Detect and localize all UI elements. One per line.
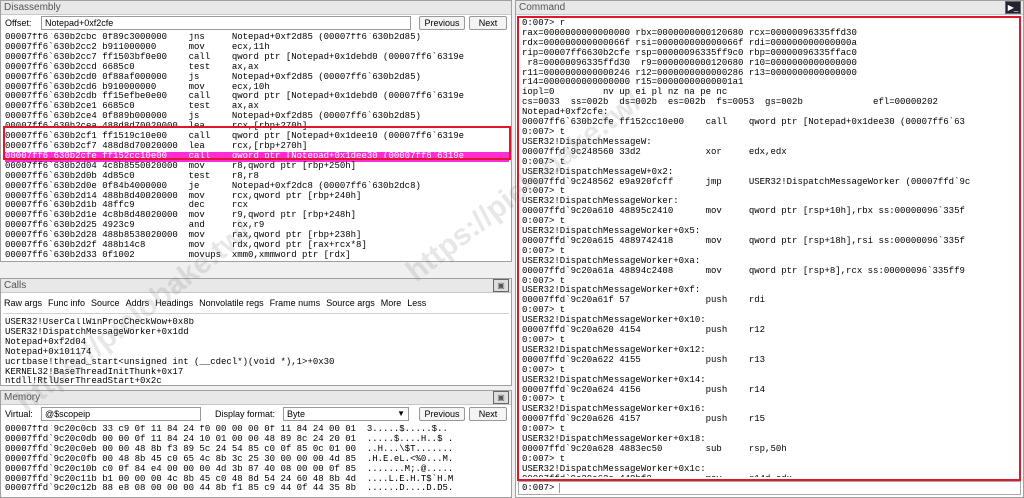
display-format-value: Byte — [287, 409, 306, 419]
command-output-line: 00007ffd`9c20a610 48895c2410 mov qword p… — [522, 206, 965, 217]
disassembly-title-bar: Disassembly — [1, 1, 511, 15]
chevron-down-icon: ▼ — [397, 409, 405, 418]
display-format-label: Display format: — [215, 409, 276, 419]
command-output-line: 00007ffd`9c20a61a 48894c2408 mov qword p… — [522, 265, 965, 276]
command-input-row: 0:007> — [518, 481, 1021, 495]
disassembly-next-button[interactable]: Next — [469, 16, 507, 30]
calls-tab-less[interactable]: Less — [407, 298, 426, 308]
command-output-line: 00007ffd`9c20a622 4155 push r13 — [522, 354, 766, 365]
calls-tab-source[interactable]: Source — [91, 298, 120, 308]
disassembly-pane: Disassembly Offset: Notepad+0xf2cfe Prev… — [0, 0, 512, 262]
command-window-icon[interactable]: ▶_ — [1005, 1, 1021, 14]
command-output-line: 00007ffd`9c20a61f 57 push rdi — [522, 295, 766, 306]
calls-title: Calls — [4, 280, 27, 291]
command-output-line: 00007ffd`9c248562 e9a920fcff jmp USER32!… — [522, 176, 971, 187]
memory-window-icon[interactable]: ▣ — [493, 391, 509, 404]
command-output-line: 00007ffd`9c20a624 4156 push r14 — [522, 384, 766, 395]
calls-tab-raw-args[interactable]: Raw args — [4, 298, 42, 308]
disassembly-title: Disassembly — [4, 2, 61, 13]
memory-previous-button[interactable]: Previous — [419, 407, 465, 421]
command-output-line: 00007ffd`9c20a62c 448bf2 mov r14d,edx — [522, 474, 1017, 477]
disassembly-line: 00007ff6`630b2d0e 0f84b4000000 je Notepa… — [5, 180, 421, 191]
disassembly-listing[interactable]: 00007ff6`630b2cbc 0f89c3000000 jns Notep… — [5, 33, 509, 259]
memory-next-button[interactable]: Next — [469, 407, 507, 421]
command-input[interactable] — [559, 483, 1018, 493]
command-pane: Command ▶_ 0:007> r rax=0000000000000000 … — [515, 0, 1024, 498]
calls-tab-headings[interactable]: Headings — [155, 298, 193, 308]
command-output-line: 00007ff6`630b2cfe ff152cc10e00 call qwor… — [522, 117, 965, 128]
disassembly-lines: 00007ff6`630b2cbc 0f89c3000000 jns Notep… — [5, 33, 509, 259]
offset-input[interactable]: Notepad+0xf2cfe — [41, 16, 411, 30]
command-output-line: 00007ffd`9c248560 33d2 xor edx,edx — [522, 146, 787, 157]
calls-tab-source-args[interactable]: Source args — [326, 298, 375, 308]
memory-address-input[interactable]: @$scopeip — [41, 407, 201, 421]
calls-window-icon[interactable]: ▣ — [493, 279, 509, 292]
memory-title-bar: Memory ▣ — [1, 391, 511, 405]
disassembly-line: 00007ff6`630b2d33 0f1002 movups xmm0,xmm… — [5, 249, 351, 259]
calls-divider — [3, 313, 509, 314]
memory-dump[interactable]: 00007ffd`9c20c0cb 33 c9 0f 11 84 24 f0 0… — [5, 425, 509, 497]
command-title-bar: Command ▶_ — [516, 1, 1023, 15]
call-stack-list[interactable]: USER32!UserCallWinProcCheckWow+0x8b USER3… — [5, 318, 509, 385]
calls-tab-more[interactable]: More — [381, 298, 402, 308]
display-format-select[interactable]: Byte ▼ — [283, 407, 409, 421]
disassembly-previous-button[interactable]: Previous — [419, 16, 465, 30]
virtual-label: Virtual: — [5, 409, 33, 419]
calls-tab-func-info[interactable]: Func info — [48, 298, 85, 308]
memory-row: 00007ffd`9c20c12b 88 e8 08 00 00 00 44 8… — [5, 483, 454, 494]
call-stack-frame: ntdll!RtlUserThreadStart+0x2c — [5, 376, 162, 385]
calls-pane: Calls ▣ Raw args Func info Source Addrs Head… — [0, 278, 512, 386]
calls-tab-nonvolatile-regs[interactable]: Nonvolatile regs — [199, 298, 264, 308]
calls-title-bar: Calls ▣ — [1, 279, 511, 293]
memory-title: Memory — [4, 392, 41, 403]
memory-pane: Memory ▣ Virtual: @$scopeip Display form… — [0, 390, 512, 498]
command-output-line: 00007ffd`9c20a628 4883ec50 sub rsp,50h — [522, 443, 787, 454]
command-output-line: 00007ffd`9c20a620 4154 push r12 — [522, 325, 766, 336]
command-title: Command — [519, 2, 566, 13]
offset-label: Offset: — [5, 18, 32, 28]
calls-tab-addrs[interactable]: Addrs — [126, 298, 150, 308]
command-output-line: 00007ffd`9c20a626 4157 push r15 — [522, 414, 766, 425]
command-output-line: 00007ffd`9c20a615 4889742418 mov qword p… — [522, 235, 965, 246]
command-output-line: USER32!DispatchMessageW+0x2: — [522, 166, 674, 177]
calls-option-tabs: Raw args Func info Source Addrs Headings Nonv… — [4, 298, 432, 309]
command-prompt: 0:007> — [522, 483, 555, 493]
calls-tab-frame-nums[interactable]: Frame nums — [270, 298, 321, 308]
command-output[interactable]: 0:007> r rax=0000000000000000 rbx=0000000… — [522, 19, 1017, 477]
